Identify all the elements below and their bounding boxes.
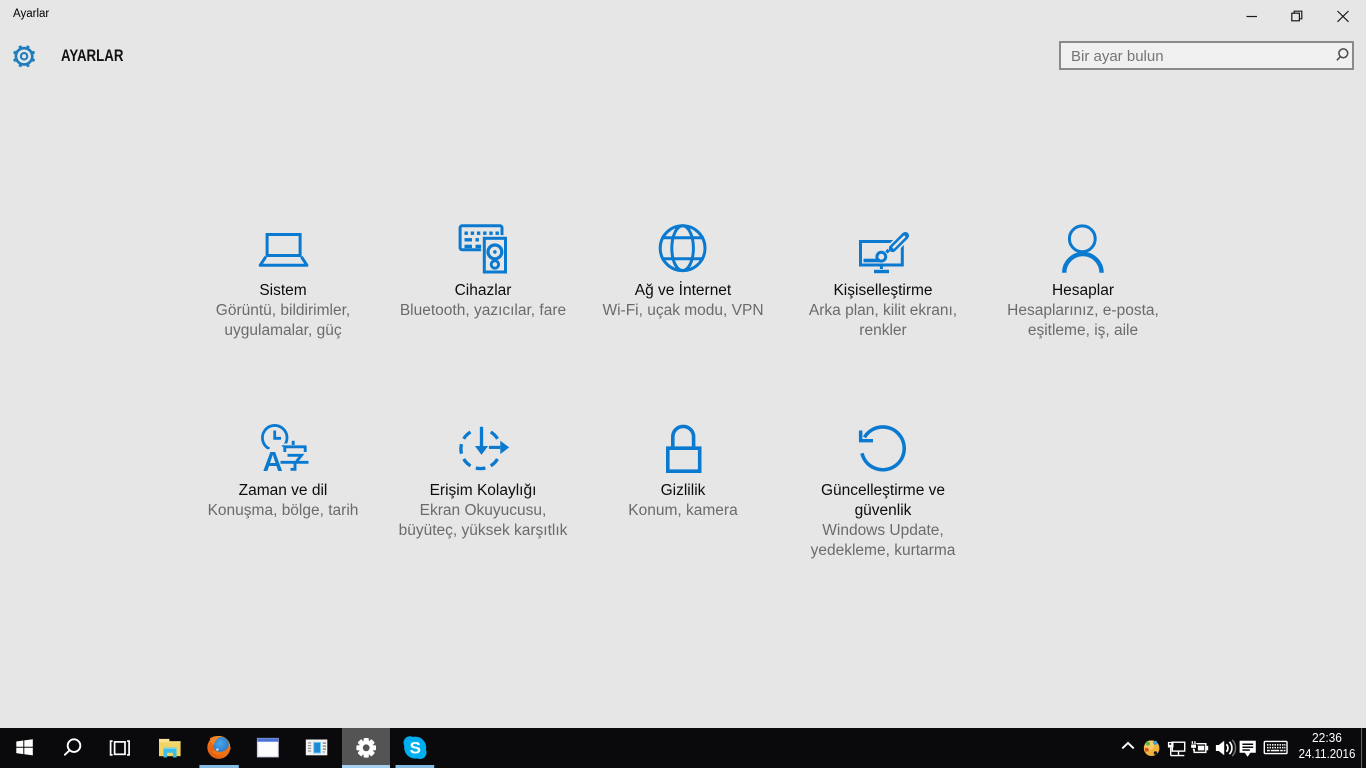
svg-text:S: S: [410, 739, 421, 758]
svg-text:A: A: [263, 446, 283, 477]
